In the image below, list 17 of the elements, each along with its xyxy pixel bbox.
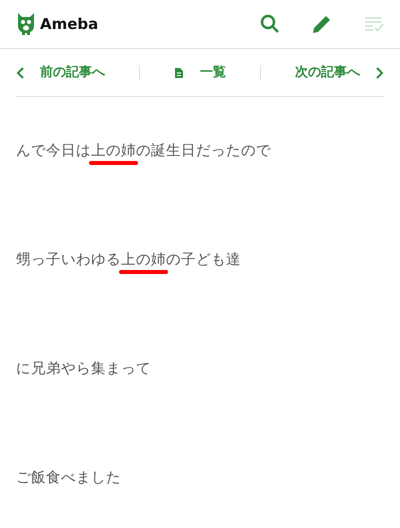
logo-text[interactable]: Ameba	[40, 12, 98, 36]
next-article-link[interactable]: 次の記事へ	[295, 62, 384, 82]
pencil-icon[interactable]	[312, 14, 332, 34]
document-icon	[174, 66, 184, 78]
previous-article-link[interactable]: 前の記事へ	[16, 62, 105, 82]
paragraph-text: に兄弟やら集まって	[16, 361, 151, 377]
paragraph-text: んで今日は上の姉の誕生日だったので	[16, 143, 271, 159]
chevron-left-icon	[16, 66, 24, 78]
chevron-right-icon	[376, 66, 384, 78]
paragraph-text: ご飯食べました	[16, 470, 121, 486]
search-icon[interactable]	[260, 14, 280, 34]
article-list-link[interactable]: 一覧	[174, 62, 226, 82]
checklist-icon[interactable]	[364, 16, 384, 32]
underline-mark	[119, 270, 168, 274]
logo-icon[interactable]	[16, 12, 36, 36]
paragraph-text: 甥っ子いわゆる上の姉の子ども達	[16, 252, 241, 268]
underline-mark	[89, 160, 138, 164]
